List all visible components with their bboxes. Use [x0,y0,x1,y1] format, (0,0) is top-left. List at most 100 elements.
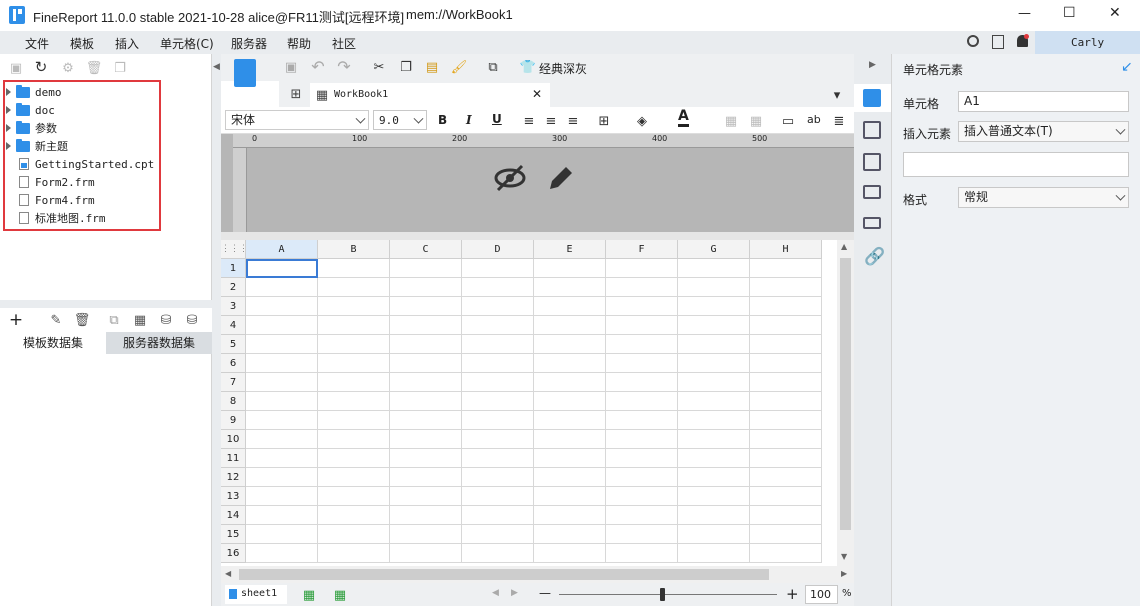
select-all-corner[interactable]: ⋮⋮⋮ [221,240,248,259]
cell-d8[interactable] [462,392,534,411]
align-right-icon[interactable]: ≡ [565,113,581,129]
cell-h10[interactable] [750,430,822,449]
cell-a11[interactable] [246,449,318,468]
database-icon[interactable]: ⛁ [158,312,174,328]
menu-file[interactable]: 文件 [25,35,49,52]
cell-c14[interactable] [390,506,462,525]
user-box[interactable]: Carly [1035,31,1140,54]
cell-g1[interactable] [678,259,750,278]
cell-g4[interactable] [678,316,750,335]
menu-cell[interactable]: 单元格(C) [160,35,214,52]
cell-d10[interactable] [462,430,534,449]
cell-d5[interactable] [462,335,534,354]
cell-attribute-icon[interactable] [863,121,881,139]
search-icon[interactable] [967,35,979,47]
column-header-g[interactable]: G [678,240,750,259]
cell-b9[interactable] [318,411,390,430]
cell-h4[interactable] [750,316,822,335]
row-header[interactable]: 8 [221,392,246,411]
hyperlink-icon[interactable]: 🔗 [864,247,885,267]
cell-d2[interactable] [462,278,534,297]
tree-item-params[interactable]: 参数 [6,119,57,137]
cell-f12[interactable] [606,468,678,487]
cell-e14[interactable] [534,506,606,525]
cell-e9[interactable] [534,411,606,430]
tab-menu-icon[interactable]: ▾ [829,87,845,103]
preview-icon[interactable]: ⧉ [106,312,122,328]
cell-a10[interactable] [246,430,318,449]
new-folder-icon[interactable]: ▣ [8,60,24,76]
row-header[interactable]: 5 [221,335,246,354]
cell-b4[interactable] [318,316,390,335]
tab-server-dataset[interactable]: 服务器数据集 [106,332,212,354]
font-color-icon[interactable]: A [678,109,689,127]
cell-c15[interactable] [390,525,462,544]
edit-icon[interactable]: ✎ [48,312,64,328]
cell-b7[interactable] [318,373,390,392]
menu-template[interactable]: 模板 [70,35,94,52]
tree-item-form2[interactable]: Form2.frm [6,173,95,191]
cell-h7[interactable] [750,373,822,392]
menu-insert[interactable]: 插入 [115,35,139,52]
cell-e4[interactable] [534,316,606,335]
add-dataset-icon[interactable]: + [8,310,24,330]
cell-c9[interactable] [390,411,462,430]
column-header-f[interactable]: F [606,240,678,259]
close-tab-icon[interactable]: ✕ [532,87,542,101]
row-header[interactable]: 15 [221,525,246,544]
cell-h5[interactable] [750,335,822,354]
cell-e5[interactable] [534,335,606,354]
cell-c12[interactable] [390,468,462,487]
cell-c6[interactable] [390,354,462,373]
cell-e11[interactable] [534,449,606,468]
cell-c13[interactable] [390,487,462,506]
cell-a9[interactable] [246,411,318,430]
vertical-splitter[interactable]: ◀ [212,54,221,606]
wrap-text-button[interactable]: ab [807,113,821,126]
tree-item-map[interactable]: 标准地图.frm [6,209,106,227]
cell-h14[interactable] [750,506,822,525]
column-header-b[interactable]: B [318,240,390,259]
split-icon[interactable]: ▦ [748,113,764,129]
cell-f9[interactable] [606,411,678,430]
cell-f7[interactable] [606,373,678,392]
cell-e3[interactable] [534,297,606,316]
cell-g10[interactable] [678,430,750,449]
cell-a12[interactable] [246,468,318,487]
row-header[interactable]: 16 [221,544,246,563]
report-type-icon[interactable] [234,59,256,87]
cell-c16[interactable] [390,544,462,563]
insert-element-select[interactable]: 插入普通文本(T) [958,121,1129,142]
hide-eye-icon[interactable] [494,163,526,193]
theme-icon[interactable]: 👕 [520,59,536,75]
cell-h15[interactable] [750,525,822,544]
cell-a13[interactable] [246,487,318,506]
cell-c8[interactable] [390,392,462,411]
fill-color-icon[interactable]: ◈ [634,113,650,129]
cell-h11[interactable] [750,449,822,468]
menu-help[interactable]: 帮助 [287,35,311,52]
cell-e7[interactable] [534,373,606,392]
cell-d13[interactable] [462,487,534,506]
paste-icon[interactable]: ▤ [424,59,440,75]
condition-attribute-icon[interactable] [863,217,881,229]
cell-a16[interactable] [246,544,318,563]
expand-arrow-icon[interactable] [6,124,11,132]
preview-template-icon[interactable]: ⧉ [485,59,501,75]
vertical-scrollbar[interactable]: ▲ ▼ [837,240,854,566]
cell-grid-icon[interactable]: ⊞ [288,86,304,102]
collapse-right-icon[interactable]: ▶ [869,60,876,70]
cell-a15[interactable] [246,525,318,544]
cell-h2[interactable] [750,278,822,297]
cell-b13[interactable] [318,487,390,506]
expand-arrow-icon[interactable] [6,88,11,96]
cell-b14[interactable] [318,506,390,525]
cell-b11[interactable] [318,449,390,468]
cell-d9[interactable] [462,411,534,430]
row-header[interactable]: 9 [221,411,246,430]
scroll-right-icon[interactable]: ▶ [841,569,847,578]
cell-a7[interactable] [246,373,318,392]
close-button[interactable]: ✕ [1109,5,1121,21]
cell-f4[interactable] [606,316,678,335]
server-database-icon[interactable]: ⛁ [184,312,200,328]
